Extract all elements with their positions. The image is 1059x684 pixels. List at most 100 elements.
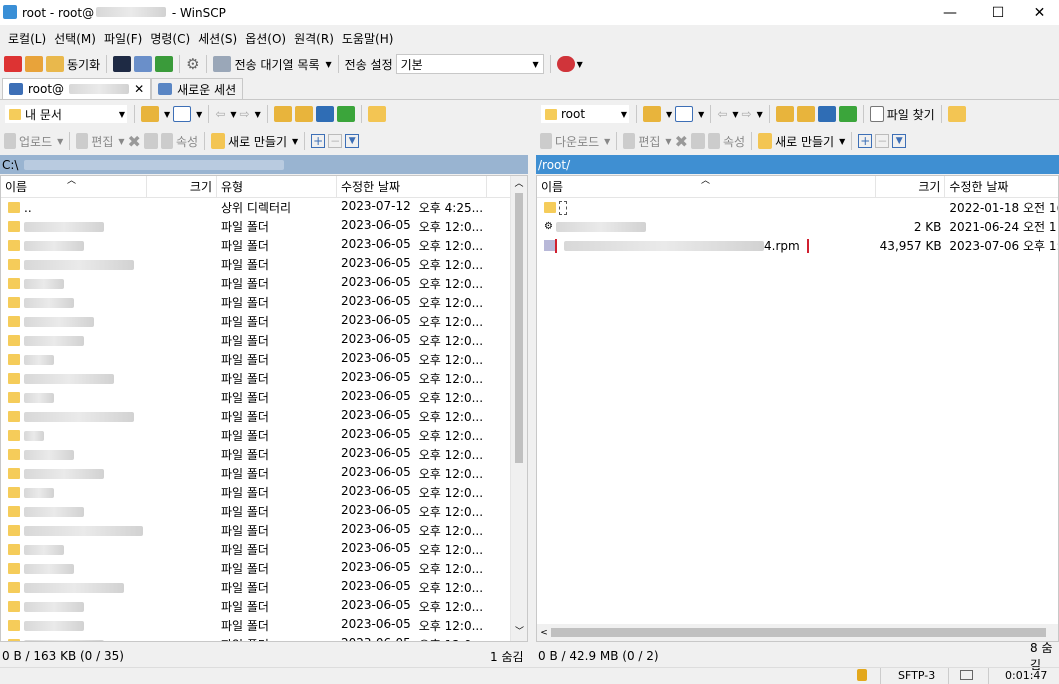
download-button[interactable]: 다운로드 ▼ xyxy=(540,133,610,150)
folder-row[interactable]: 파일 폴더2023-06-05오후 12:0... xyxy=(1,616,527,635)
folder-row[interactable]: 파일 폴더2023-06-05오후 12:0... xyxy=(1,464,527,483)
menu-item-0[interactable]: 로컬(L) xyxy=(4,30,50,47)
refresh-icon[interactable] xyxy=(838,106,857,122)
menu-item-4[interactable]: 세션(S) xyxy=(194,30,241,47)
folder-row[interactable]: 파일 폴더2023-06-05오후 12:0... xyxy=(1,255,527,274)
refresh-icon[interactable] xyxy=(336,106,355,122)
column-type[interactable]: 유형 xyxy=(217,176,337,198)
select-filter-icon[interactable]: ▼ xyxy=(345,134,360,148)
tab-new-session[interactable]: 새로운 세션 xyxy=(151,78,244,99)
putty-icon[interactable] xyxy=(134,56,153,72)
folder-row[interactable]: 파일 폴더2023-06-05오후 12:0... xyxy=(1,369,527,388)
local-location-select[interactable]: 내 문서 ▼ xyxy=(4,104,128,124)
gear-icon[interactable]: ⚙ xyxy=(186,55,199,73)
rename-icon[interactable] xyxy=(690,133,705,149)
file-row-parent[interactable]: 2022-01-18 오전 1( xyxy=(537,198,1058,217)
open-folder-icon[interactable] xyxy=(141,106,159,122)
folder-row[interactable]: 파일 폴더2023-06-05오후 12:0... xyxy=(1,635,527,641)
back-icon[interactable]: ⇦ xyxy=(215,107,225,121)
plus-icon[interactable]: + xyxy=(311,134,326,148)
local-scrollbar[interactable]: ︿ ﹀ xyxy=(510,176,527,641)
folder-row[interactable]: 파일 폴더2023-06-05오후 12:0... xyxy=(1,312,527,331)
menu-item-2[interactable]: 파일(F) xyxy=(100,30,146,47)
folder-row[interactable]: 파일 폴더2023-06-05오후 12:0... xyxy=(1,483,527,502)
root-directory-icon[interactable] xyxy=(796,106,815,122)
remote-new-button[interactable]: 새로 만들기 ▼ xyxy=(758,133,845,150)
folder-row[interactable]: 파일 폴더2023-06-05오후 12:0... xyxy=(1,407,527,426)
tree-icon[interactable] xyxy=(947,106,966,122)
folder-row[interactable]: 파일 폴더2023-06-05오후 12:0... xyxy=(1,426,527,445)
folder-row[interactable]: 파일 폴더2023-06-05오후 12:0... xyxy=(1,388,527,407)
queue-button[interactable]: 전송 대기열 목록 ▼ xyxy=(212,56,332,73)
open-in-terminal-icon[interactable] xyxy=(155,56,174,72)
scroll-up-icon[interactable]: ︿ xyxy=(511,176,527,193)
transfer-settings-select[interactable]: 기본 ▼ xyxy=(395,54,544,74)
upload-button[interactable]: 업로드 ▼ xyxy=(4,133,63,150)
local-new-button[interactable]: 새로 만들기 ▼ xyxy=(211,133,298,150)
find-files-button[interactable]: 파일 찾기 xyxy=(869,106,935,123)
console-icon[interactable] xyxy=(113,56,132,72)
folder-row[interactable]: 파일 폴더2023-06-05오후 12:0... xyxy=(1,217,527,236)
menu-item-6[interactable]: 원격(R) xyxy=(290,30,338,47)
forward-icon[interactable]: ⇨ xyxy=(240,107,250,121)
find-files-icon[interactable] xyxy=(367,106,386,122)
folder-row[interactable]: 파일 폴더2023-06-05오후 12:0... xyxy=(1,502,527,521)
maximize-button[interactable]: ☐ xyxy=(975,0,1021,25)
folder-row[interactable]: 파일 폴더2023-06-05오후 12:0... xyxy=(1,559,527,578)
tab-session-root[interactable]: root@ ✕ xyxy=(2,78,152,99)
file-row-rpm[interactable]: 4.rpm 43,957 KB 2023-07-06 오후 1: xyxy=(537,236,1058,255)
rename-icon[interactable] xyxy=(143,133,158,149)
filter-icon[interactable] xyxy=(173,106,192,122)
folder-row[interactable]: 파일 폴더2023-06-05오후 12:0... xyxy=(1,597,527,616)
back-icon[interactable]: ⇦ xyxy=(717,107,727,121)
menu-item-7[interactable]: 도움말(H) xyxy=(338,30,398,47)
minus-icon[interactable]: − xyxy=(328,134,343,148)
remote-delete-icon[interactable]: ✖ xyxy=(675,132,688,151)
parent-directory-icon[interactable] xyxy=(273,106,292,122)
local-edit-button[interactable]: 편집 ▼ xyxy=(76,133,125,150)
sync-browse-icon[interactable] xyxy=(25,56,43,72)
column-size[interactable]: 크기 xyxy=(876,176,946,198)
folder-row[interactable]: 파일 폴더2023-06-05오후 12:0... xyxy=(1,293,527,312)
filter-icon[interactable] xyxy=(675,106,694,122)
scroll-left-icon[interactable]: < xyxy=(537,628,551,638)
select-filter-icon[interactable]: ▼ xyxy=(892,134,907,148)
compare-icon[interactable] xyxy=(4,56,22,72)
menu-item-1[interactable]: 선택(M) xyxy=(50,30,100,47)
root-directory-icon[interactable] xyxy=(294,106,313,122)
remote-h-scrollbar[interactable]: < xyxy=(537,624,1058,641)
folder-row[interactable]: 파일 폴더2023-06-05오후 12:0... xyxy=(1,274,527,293)
menu-item-3[interactable]: 명령(C) xyxy=(146,30,194,47)
remote-properties-button[interactable]: 속성 xyxy=(707,133,745,150)
file-row-parent[interactable]: .. 상위 디렉터리 2023-07-12 오후 4:25... xyxy=(1,198,527,217)
column-modified[interactable]: 수정한 날짜 xyxy=(945,176,1058,198)
minimize-button[interactable]: — xyxy=(927,0,973,25)
plus-icon[interactable]: + xyxy=(858,134,873,148)
close-window-button[interactable]: ✕ xyxy=(1020,0,1059,25)
local-properties-button[interactable]: 속성 xyxy=(160,133,198,150)
close-tab-icon[interactable]: ✕ xyxy=(134,82,144,96)
transfer-options-button[interactable]: ▼ xyxy=(556,56,583,72)
parent-directory-icon[interactable] xyxy=(775,106,794,122)
folder-row[interactable]: 파일 폴더2023-06-05오후 12:0... xyxy=(1,540,527,559)
folder-row[interactable]: 파일 폴더2023-06-05오후 12:0... xyxy=(1,331,527,350)
local-delete-icon[interactable]: ✖ xyxy=(128,132,141,151)
remote-edit-button[interactable]: 편집 ▼ xyxy=(623,133,672,150)
open-folder-icon[interactable] xyxy=(643,106,661,122)
folder-row[interactable]: 파일 폴더2023-06-05오후 12:0... xyxy=(1,578,527,597)
remote-location-select[interactable]: root ▼ xyxy=(540,104,630,124)
folder-row[interactable]: 파일 폴더2023-06-05오후 12:0... xyxy=(1,236,527,255)
column-size[interactable]: 크기 xyxy=(147,176,217,198)
home-icon[interactable] xyxy=(315,106,334,122)
folder-row[interactable]: 파일 폴더2023-06-05오후 12:0... xyxy=(1,521,527,540)
column-modified[interactable]: 수정한 날짜 xyxy=(337,176,487,198)
folder-row[interactable]: 파일 폴더2023-06-05오후 12:0... xyxy=(1,350,527,369)
sync-button[interactable]: 동기화 xyxy=(46,56,100,73)
folder-row[interactable]: 파일 폴더2023-06-05오후 12:0... xyxy=(1,445,527,464)
minus-icon[interactable]: − xyxy=(875,134,890,148)
scroll-thumb[interactable] xyxy=(551,628,1046,637)
file-row[interactable]: ⚙ 2 KB 2021-06-24 오전 1 xyxy=(537,217,1058,236)
forward-icon[interactable]: ⇨ xyxy=(742,107,752,121)
scroll-down-icon[interactable]: ﹀ xyxy=(511,624,527,641)
home-icon[interactable] xyxy=(817,106,836,122)
